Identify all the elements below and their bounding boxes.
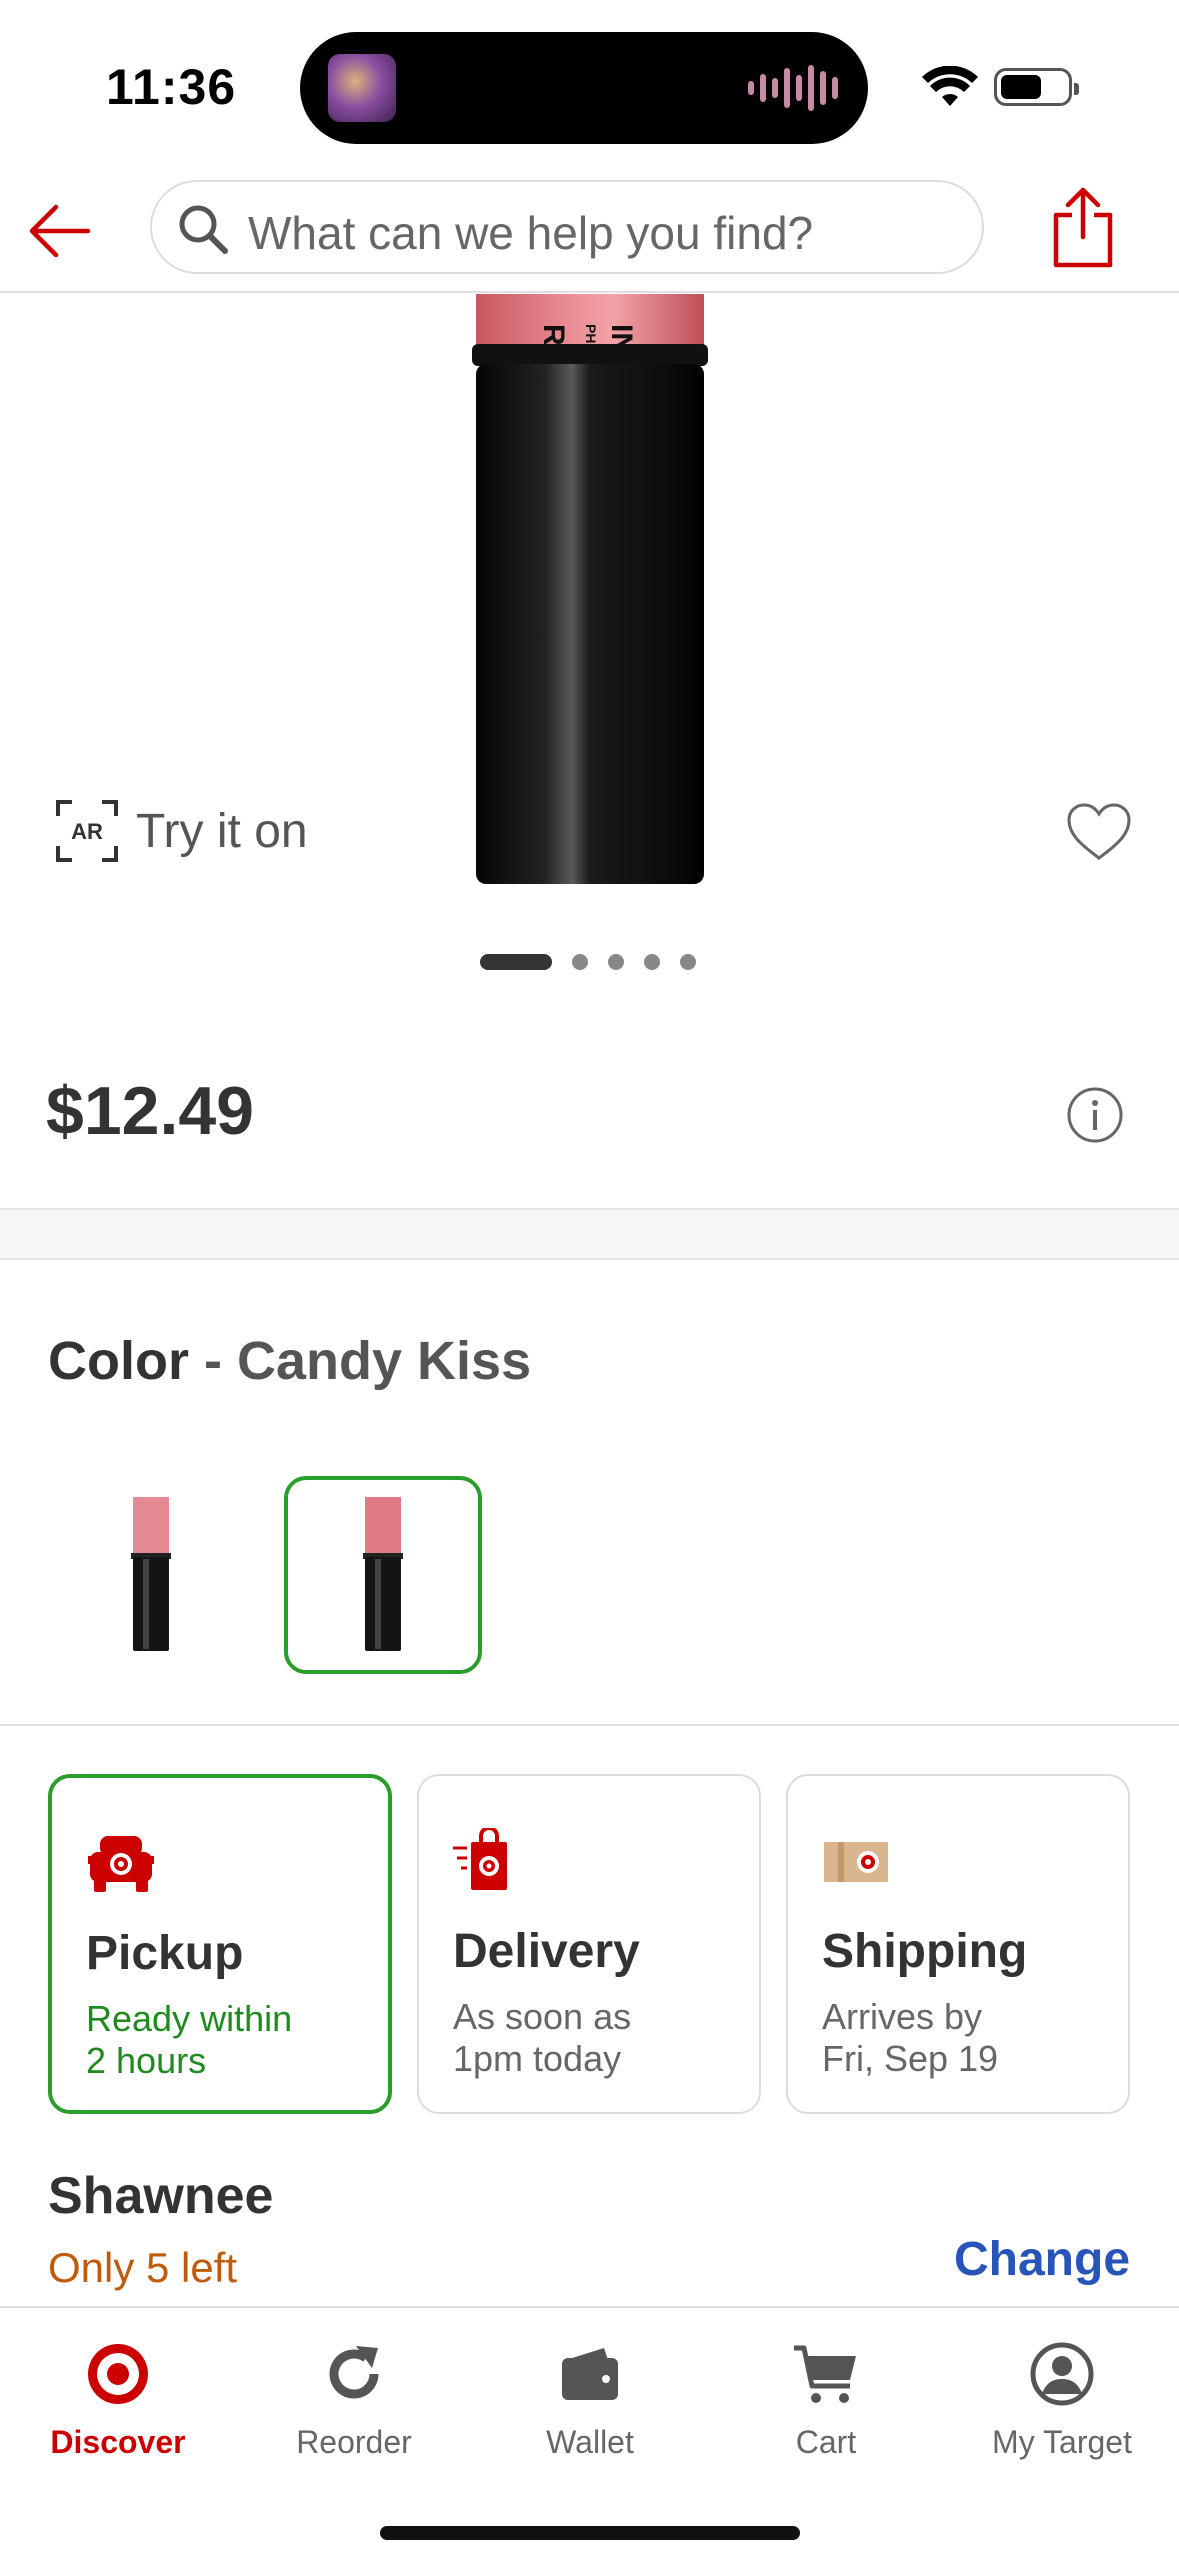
battery-icon [994,68,1079,106]
swatch-lipstick-image [363,1497,403,1651]
shipping-box-icon [824,1842,888,1882]
share-icon[interactable] [1050,185,1116,269]
search-input[interactable]: What can we help you find? [150,180,984,274]
try-it-on-label: Try it on [136,804,308,858]
pagination-dot[interactable] [644,954,660,970]
product-image: R PHO IN [472,294,708,884]
pickup-subtitle-line1: Ready within [86,1998,293,2039]
delivery-option-card[interactable]: Delivery As soon as 1pm today [417,1774,761,2114]
color-heading: Color - Candy Kiss [48,1330,531,1392]
pickup-subtitle-line2: 2 hours [86,2040,207,2081]
delivery-subtitle-line2: 1pm today [453,2038,622,2079]
shipping-subtitle-line1: Arrives by [822,1996,983,2037]
top-header: What can we help you find? [0,175,1179,293]
selected-color-name: Candy Kiss [237,1331,532,1391]
delivery-bag-icon [453,1828,507,1890]
shipping-subtitle-line2: Fri, Sep 19 [822,2038,999,2079]
product-image-carousel[interactable]: R PHO IN AR Try it on [0,294,1179,954]
dynamic-island[interactable] [300,32,868,144]
pickup-option-card[interactable]: Pickup Ready within 2 hours [48,1774,392,2114]
delivery-subtitle-line1: As soon as [453,1996,632,2037]
pagination-dot[interactable] [480,954,552,970]
back-arrow-icon[interactable] [24,195,96,267]
reorder-icon [329,2346,379,2399]
pagination-dot[interactable] [572,954,588,970]
tab-label: Cart [795,2424,857,2460]
account-icon [1030,2342,1094,2406]
tab-discover[interactable]: Discover [0,2328,236,2488]
cart-icon [794,2345,856,2403]
delivery-title: Delivery [453,1925,640,1978]
status-time: 11:36 [106,59,237,115]
shipping-option-card[interactable]: Shipping Arrives by Fri, Sep 19 [786,1774,1130,2114]
wallet-icon [562,2348,618,2400]
color-swatch-selected[interactable] [284,1476,482,1674]
svg-text:AR: AR [71,819,103,844]
product-price: $12.49 [46,1073,254,1149]
ar-icon: AR [56,800,118,862]
change-store-link[interactable]: Change [954,2232,1130,2287]
stock-status: Only 5 left [48,2244,238,2291]
tab-reorder[interactable]: Reorder [236,2328,472,2488]
shipping-subtitle: Arrives by Fri, Sep 19 [822,1996,1112,2080]
pagination-dot[interactable] [680,954,696,970]
svg-text:R: R [537,324,570,346]
color-swatch[interactable] [52,1476,250,1674]
section-divider [0,1208,1179,1260]
store-name: Shawnee [48,2167,274,2225]
swatch-lipstick-image [131,1497,171,1651]
heart-icon[interactable] [1066,802,1132,862]
color-label: Color [48,1331,189,1391]
color-separator: - [204,1331,222,1391]
info-icon[interactable] [1066,1086,1124,1144]
tab-cart[interactable]: Cart [708,2328,944,2488]
now-playing-artwork [328,54,396,122]
carousel-pagination[interactable] [480,954,696,970]
audio-waveform-icon [748,62,838,114]
delivery-subtitle: As soon as 1pm today [453,1996,743,2080]
search-icon [179,205,228,254]
tab-label: My Target [992,2424,1132,2460]
shipping-title: Shipping [822,1925,1028,1978]
status-bar: 11:36 [0,0,1179,175]
pickup-title: Pickup [86,1927,244,1980]
pickup-car-icon [88,1836,154,1892]
tab-label: Discover [50,2424,186,2460]
pickup-subtitle: Ready within 2 hours [86,1998,376,2082]
try-it-on-button[interactable]: AR Try it on [54,798,308,864]
wifi-icon [922,66,978,106]
target-logo-icon [88,2344,148,2404]
search-placeholder: What can we help you find? [248,207,814,259]
tab-wallet[interactable]: Wallet [472,2328,708,2488]
tab-label: Reorder [296,2424,412,2460]
pagination-dot[interactable] [608,954,624,970]
tab-label: Wallet [546,2424,634,2460]
bottom-tab-bar: Discover Reorder Wallet Cart My Target [0,2306,1179,2556]
home-indicator[interactable] [380,2526,800,2540]
divider [0,1724,1179,1726]
tab-my-target[interactable]: My Target [944,2328,1179,2488]
